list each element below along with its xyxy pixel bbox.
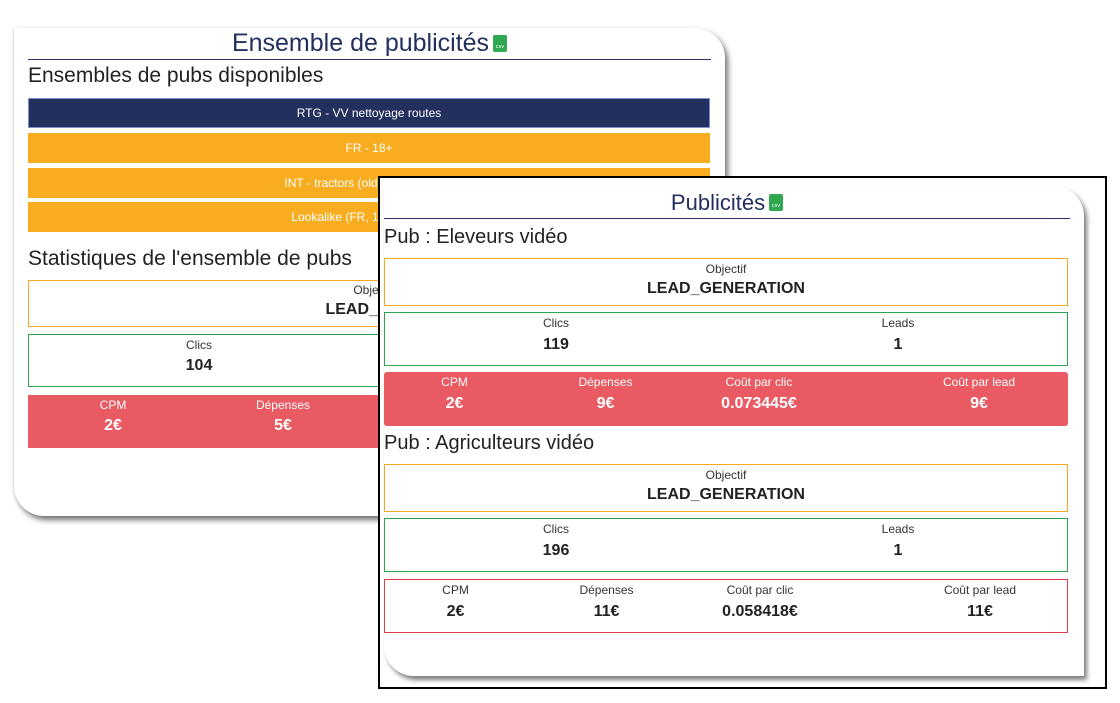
ads-panel-title-text: Publicités [670, 190, 766, 215]
depenses-value: 11€ [593, 603, 620, 620]
clics-value: 196 [542, 542, 570, 559]
adset-item[interactable]: RTG - VV nettoyage routes [28, 98, 710, 128]
cpl-label: Coût par lead [942, 375, 1016, 389]
leads-value: 1 [893, 542, 903, 559]
objective-label: Objectif [705, 468, 747, 482]
cpm-label: CPM [442, 583, 469, 597]
ads-panel-title: Publicités [384, 186, 1070, 219]
adset-panel-title: Ensemble de publicités [28, 28, 711, 60]
objective-box: Objectif LEAD_GENERATION [384, 258, 1068, 306]
leads-value: 1 [893, 336, 903, 353]
clics-value: 104 [185, 357, 213, 374]
cpc-label: Coût par clic [726, 583, 794, 597]
leads-label: Leads [881, 316, 915, 330]
cpm-label: CPM [99, 398, 127, 412]
clics-label: Clics [543, 316, 569, 330]
objective-box: Objectif LEAD_GENERATION [384, 464, 1068, 512]
pub-name: Pub : Eleveurs vidéo [384, 226, 568, 248]
available-adsets-heading: Ensembles de pubs disponibles [28, 64, 324, 87]
clics-label: Clics [186, 338, 212, 352]
cpc-value: 0.073445€ [721, 395, 797, 412]
cpm-value: 2€ [446, 603, 465, 620]
depenses-label: Dépenses [579, 583, 634, 597]
cost-box: CPM 2€ Dépenses 11€ Coût par clic 0.0584… [384, 579, 1068, 633]
adset-item-label: FR - 18+ [345, 141, 393, 155]
cpm-label: CPM [441, 375, 468, 389]
adset-item[interactable]: FR - 18+ [28, 133, 710, 163]
clics-leads-box: Clics 196 Leads 1 [384, 518, 1068, 572]
depenses-value: 5€ [274, 417, 292, 434]
cpc-value: 0.058418€ [722, 603, 798, 620]
cpl-value: 11€ [967, 603, 993, 620]
objective-label: Objectif [705, 262, 747, 276]
clics-value: 119 [543, 336, 569, 353]
depenses-value: 9€ [596, 395, 615, 412]
objective-value: LEAD_GENERATION [647, 486, 805, 503]
depenses-label: Dépenses [578, 375, 633, 389]
leads-label: Leads [881, 522, 915, 536]
cpl-value: 9€ [970, 395, 988, 412]
cost-box: CPM 2€ Dépenses 9€ Coût par clic 0.07344… [384, 372, 1068, 426]
csv-file-icon[interactable] [769, 194, 784, 211]
objective-value: LEAD_GENERATION [647, 280, 805, 297]
cpc-label: Coût par clic [725, 375, 793, 389]
adset-item-label: RTG - VV nettoyage routes [296, 106, 442, 120]
csv-file-icon[interactable] [493, 35, 508, 52]
cpm-value: 2€ [445, 395, 464, 412]
depenses-label: Dépenses [255, 398, 311, 412]
adset-stats-heading: Statistiques de l'ensemble de pubs [28, 247, 352, 270]
pub-name: Pub : Agriculteurs vidéo [384, 432, 595, 454]
ads-window: Publicités Pub : Eleveurs vidéo Objectif… [378, 176, 1107, 689]
clics-leads-box: Clics 119 Leads 1 [384, 312, 1068, 366]
clics-label: Clics [543, 522, 569, 536]
cpm-value: 2€ [104, 417, 122, 434]
adset-panel-title-text: Ensemble de publicités [231, 29, 490, 57]
ads-panel: Publicités Pub : Eleveurs vidéo Objectif… [384, 186, 1084, 676]
cpl-label: Coût par lead [943, 583, 1017, 597]
